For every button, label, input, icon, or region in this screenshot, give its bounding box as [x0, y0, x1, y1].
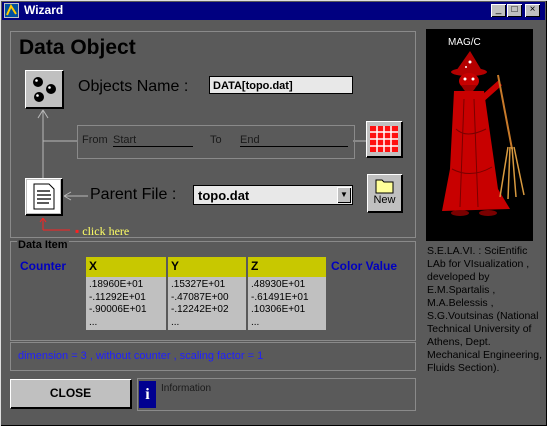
- magic-caption: MAG/C: [448, 37, 481, 48]
- parent-file-value: topo.dat: [198, 188, 250, 203]
- information-text: Information: [161, 383, 212, 394]
- column-header-z[interactable]: Z: [248, 257, 326, 277]
- table-cell[interactable]: -.11292E+01: [89, 292, 166, 305]
- data-item-label: Data Item: [17, 239, 69, 251]
- to-label: To: [210, 134, 222, 146]
- click-here-link[interactable]: ▪ click here: [75, 224, 129, 239]
- column-cells-y[interactable]: .15327E+01 -.47087E+00 -.12242E+02 ...: [168, 277, 246, 330]
- close-button[interactable]: CLOSE: [10, 379, 131, 408]
- parent-file-select[interactable]: topo.dat ▼: [193, 185, 353, 205]
- table-cell[interactable]: -.12242E+02: [171, 304, 246, 317]
- table-cell[interactable]: -.47087E+00: [171, 292, 246, 305]
- minimize-button[interactable]: _: [491, 4, 506, 17]
- click-here-label: click here: [82, 224, 130, 238]
- table-cell[interactable]: .10306E+01: [251, 304, 326, 317]
- table-cell[interactable]: .15327E+01: [171, 279, 246, 292]
- column-header-x[interactable]: X: [86, 257, 166, 277]
- credits-text: S.E.LA.VI. : SciEntific LAb for VIsualiz…: [427, 245, 542, 374]
- objects-name-label: Objects Name :: [78, 78, 189, 95]
- info-icon: i: [139, 381, 156, 408]
- column-cells-z[interactable]: .48930E+01 -.61491E+01 .10306E+01 ...: [248, 277, 326, 330]
- document-icon: [27, 180, 60, 213]
- magic-wizard-image: MAG/C: [426, 29, 533, 241]
- from-label: From: [82, 134, 108, 146]
- table-cell[interactable]: ...: [171, 317, 246, 330]
- grid-icon: [370, 126, 398, 152]
- folder-icon: [375, 179, 394, 194]
- parent-file-icon-button[interactable]: [25, 178, 62, 215]
- from-field[interactable]: Start: [113, 134, 193, 147]
- column-cells-x[interactable]: .18960E+01 -.11292E+01 -.90006E+01 ...: [86, 277, 166, 330]
- chevron-down-icon[interactable]: ▼: [337, 187, 351, 203]
- maximize-button[interactable]: □: [507, 4, 522, 17]
- objects-name-field[interactable]: DATA[topo.dat]: [209, 76, 353, 94]
- column-header-y[interactable]: Y: [168, 257, 246, 277]
- column-header-color-value[interactable]: Color Value: [328, 257, 411, 277]
- table-cell[interactable]: ...: [251, 317, 326, 330]
- table-button[interactable]: [366, 121, 402, 157]
- table-cell[interactable]: -.61491E+01: [251, 292, 326, 305]
- column-header-counter[interactable]: Counter: [17, 257, 84, 277]
- dots-icon: [33, 77, 56, 102]
- table-cell[interactable]: -.90006E+01: [89, 304, 166, 317]
- to-field[interactable]: End: [240, 134, 348, 147]
- bullet-icon: ▪: [75, 224, 80, 238]
- objects-icon-button[interactable]: [25, 70, 63, 108]
- table-cell[interactable]: .48930E+01: [251, 279, 326, 292]
- dimension-text: dimension = 3 , without counter , scalin…: [18, 350, 264, 362]
- data-grid[interactable]: Counter X Y Z Color Value .18960E+01 -.1…: [17, 257, 411, 330]
- new-button[interactable]: New: [367, 174, 402, 212]
- close-window-button[interactable]: ×: [525, 4, 540, 17]
- table-cell[interactable]: .18960E+01: [89, 279, 166, 292]
- new-button-label: New: [373, 194, 396, 206]
- parent-file-label: Parent File :: [90, 186, 177, 203]
- table-cell[interactable]: ...: [89, 317, 166, 330]
